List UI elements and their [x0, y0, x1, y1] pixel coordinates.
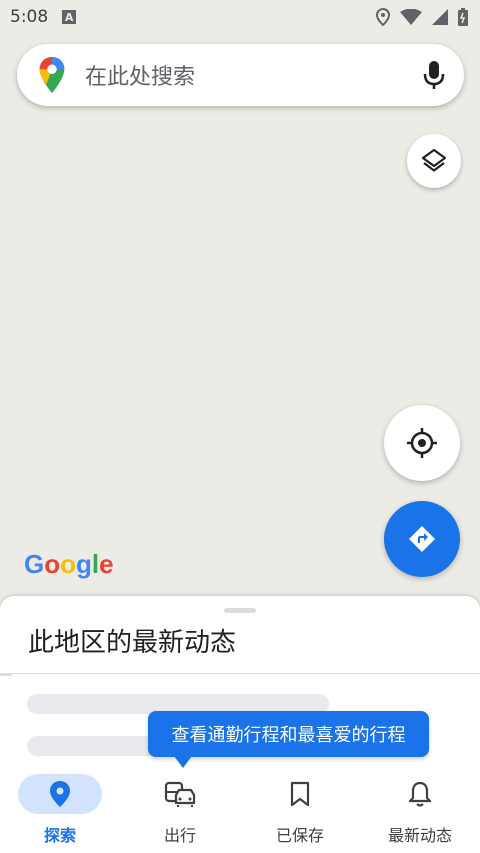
notification-a-icon: A	[62, 10, 77, 24]
location-status-icon	[376, 8, 390, 26]
nav-updates[interactable]: 最新动态	[360, 768, 480, 853]
nav-commute-label: 出行	[163, 826, 196, 845]
sheet-title: 此地区的最新动态	[28, 628, 237, 658]
battery-icon	[458, 8, 468, 26]
wifi-icon	[400, 9, 422, 25]
status-time: 5:08	[10, 7, 49, 27]
nav-saved-indicator	[258, 774, 342, 814]
status-left: 5:08 A	[10, 7, 77, 27]
map-layers-button[interactable]	[407, 134, 461, 188]
directions-arrow-icon	[409, 526, 435, 552]
place-pin-icon	[50, 781, 70, 807]
my-location-button[interactable]	[384, 405, 460, 481]
bookmark-icon	[290, 781, 310, 807]
nav-saved-label: 已保存	[275, 826, 324, 845]
nav-explore-label: 探索	[43, 826, 76, 845]
status-right	[376, 8, 468, 26]
bottom-navigation: 探索 出行 已保存 最新动态	[0, 768, 480, 853]
google-maps-pin-icon	[39, 56, 65, 94]
status-bar: 5:08 A	[0, 0, 480, 34]
tooltip-text: 查看通勤行程和最喜爱的行程	[171, 725, 406, 746]
nav-saved[interactable]: 已保存	[240, 768, 360, 853]
commute-tooltip[interactable]: 查看通勤行程和最喜爱的行程	[148, 711, 429, 757]
bell-icon	[408, 781, 432, 807]
tooltip-pointer	[174, 756, 192, 768]
nav-commute-indicator	[138, 774, 222, 814]
crosshair-location-icon	[407, 428, 437, 458]
nav-explore-indicator	[18, 774, 102, 814]
sheet-divider-accent	[0, 673, 12, 676]
search-bar[interactable]: 在此处搜索	[17, 44, 464, 106]
microphone-icon[interactable]	[420, 59, 448, 91]
google-logo-text: Google	[24, 549, 114, 579]
sheet-divider	[0, 673, 480, 674]
nav-updates-indicator	[378, 774, 462, 814]
nav-commute[interactable]: 出行	[120, 768, 240, 853]
cell-signal-icon	[432, 9, 448, 25]
layers-icon	[421, 148, 447, 172]
sheet-drag-handle[interactable]	[224, 608, 256, 613]
commute-icon	[164, 781, 196, 807]
nav-updates-label: 最新动态	[387, 826, 452, 845]
directions-button[interactable]	[384, 501, 460, 577]
google-logo: Google	[24, 549, 114, 580]
nav-explore[interactable]: 探索	[0, 768, 120, 853]
search-input[interactable]: 在此处搜索	[85, 59, 420, 91]
